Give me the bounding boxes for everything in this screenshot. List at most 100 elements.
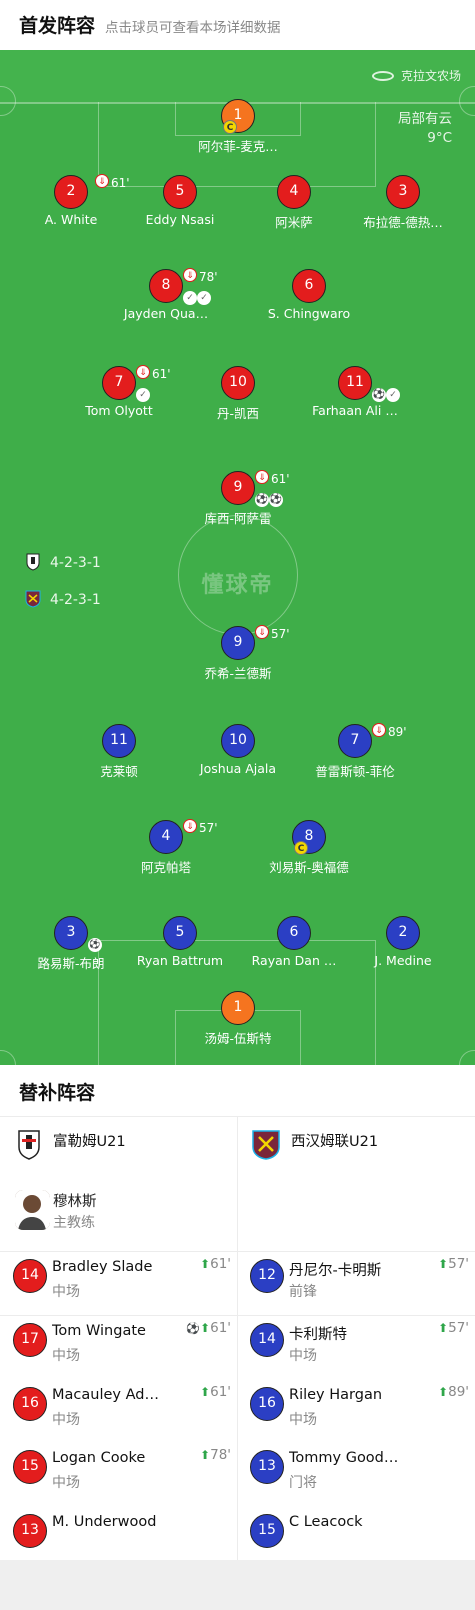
player-name: Rayan Dan …: [251, 953, 337, 968]
assist-icon: ✓: [386, 388, 400, 402]
player-away-11[interactable]: 11 克莱顿: [64, 724, 174, 780]
player-away-8[interactable]: 8 C 刘易斯-奥福德: [254, 820, 364, 876]
sub-name: Riley Hargan: [289, 1387, 383, 1403]
player-number: 2: [54, 175, 88, 209]
sub-in-time-text: 61': [210, 1256, 231, 1272]
home-formation: 4-2-3-1: [25, 553, 101, 573]
sub-number: 13: [13, 1514, 47, 1548]
player-home-9[interactable]: 9 ⇓ 61' ⚽ ⚽ 库西-阿萨雷: [183, 470, 293, 527]
player-home-3[interactable]: 3 布拉德-德热…: [348, 175, 458, 231]
player-name: 布拉德-德热…: [363, 215, 443, 230]
west-ham-crest-icon: [25, 590, 41, 608]
sub-position: 中场: [289, 1412, 317, 1428]
sub-in-icon: ⬆: [200, 1385, 211, 1399]
sub-number: 15: [13, 1450, 47, 1484]
player-away-3[interactable]: 3 ⚽ 路易斯-布朗: [16, 916, 126, 972]
sub-out-time: 61': [271, 472, 290, 486]
sub-row-away[interactable]: 16 Riley Hargan 中场 ⬆89': [250, 1379, 469, 1439]
player-away-4[interactable]: 4 ⇓ 57' 阿克帕塔: [111, 819, 221, 876]
sub-position: 中场: [52, 1284, 80, 1300]
sub-position: 中场: [52, 1348, 80, 1364]
player-number: 8: [149, 269, 183, 303]
player-number: 5: [163, 175, 197, 209]
sub-row-away[interactable]: 14 卡利斯特 中场 ⬆57': [250, 1315, 469, 1375]
sub-in-time: ⬆57': [438, 1256, 469, 1272]
sub-in-time: ⬆61': [200, 1256, 231, 1272]
player-name: Tom Olyott: [85, 403, 153, 418]
player-home-10[interactable]: 10 丹-凯西: [183, 366, 293, 422]
goal-icon: ⚽: [269, 493, 283, 507]
player-number: 5: [163, 916, 197, 950]
player-name: 路易斯-布朗: [37, 956, 105, 971]
sub-row-home[interactable]: 17 Tom Wingate 中场 ⚽⬆61': [13, 1315, 231, 1375]
home-coach[interactable]: 穆林斯 主教练: [15, 1190, 235, 1240]
player-name: Eddy Nsasi: [145, 212, 215, 227]
player-name: 阿尔菲-麦克…: [198, 139, 278, 154]
player-home-11[interactable]: 11 ⚽ ✓ Farhaan Ali …: [300, 366, 410, 418]
own-goal-icon: ⚽: [88, 938, 102, 952]
sub-in-time: ⬆57': [438, 1320, 469, 1336]
sub-row-home[interactable]: 14 Bradley Slade 中场 ⬆61': [13, 1251, 231, 1311]
player-away-gk[interactable]: 1 汤姆-伍斯特: [183, 991, 293, 1047]
sub-name: M. Underwood: [52, 1514, 157, 1530]
sub-in-time-text: 78': [210, 1447, 231, 1463]
player-away-5[interactable]: 5 Ryan Battrum: [125, 916, 235, 968]
player-home-gk[interactable]: 1 C 阿尔菲-麦克…: [183, 99, 293, 155]
player-name: 汤姆-伍斯特: [204, 1031, 272, 1046]
sub-row-home[interactable]: 15 Logan Cooke 中场 ⬆78': [13, 1442, 231, 1502]
player-name: 乔希-兰德斯: [204, 666, 272, 681]
sub-name: Logan Cooke: [52, 1450, 146, 1466]
player-name: Ryan Battrum: [136, 953, 224, 968]
player-name: S. Chingwaro: [267, 306, 351, 321]
sub-in-icon: ⬆: [438, 1257, 449, 1271]
player-number: 11: [338, 366, 372, 400]
player-number: 11: [102, 724, 136, 758]
player-home-8[interactable]: 8 ⇓ 78' ✓ ✓ Jayden Qua…: [111, 268, 221, 321]
home-team-name: 富勒姆U21: [53, 1134, 126, 1150]
sub-out-icon: ⇓: [255, 470, 269, 484]
player-home-7[interactable]: 7 ⇓ 61' ✓ Tom Olyott: [64, 365, 174, 418]
corner-arc: [0, 1050, 16, 1065]
player-name: 阿克帕塔: [140, 860, 191, 875]
sub-position: 中场: [52, 1475, 80, 1491]
player-home-2[interactable]: 2 ⇓ 61' A. White: [16, 174, 130, 227]
player-home-6[interactable]: 6 S. Chingwaro: [254, 269, 364, 321]
sub-name: Macauley Ad…: [52, 1387, 159, 1403]
player-away-9[interactable]: 9 ⇓ 57' 乔希-兰德斯: [183, 625, 293, 682]
sub-row-away[interactable]: 12 丹尼尔-卡明斯 前锋 ⬆57': [250, 1251, 469, 1311]
sub-name: Tom Wingate: [52, 1323, 146, 1339]
sub-name: C Leacock: [289, 1514, 363, 1530]
sub-out-icon: ⇓: [255, 625, 269, 639]
sub-row-home[interactable]: 16 Macauley Ad… 中场 ⬆61': [13, 1379, 231, 1439]
fulham-crest-icon: [26, 553, 40, 571]
sub-out-time: 89': [388, 725, 407, 739]
venue: 克拉文农场: [371, 67, 461, 84]
sub-number: 15: [250, 1514, 284, 1548]
player-name: 阿米萨: [275, 215, 313, 230]
west-ham-crest-icon: [252, 1130, 280, 1160]
sub-row-away[interactable]: 13 Tommy Good… 门将: [250, 1442, 469, 1502]
sub-in-time: ⬆89': [438, 1384, 469, 1400]
player-number: 2: [386, 916, 420, 950]
sub-row-home[interactable]: 13 M. Underwood: [13, 1506, 231, 1566]
player-home-4[interactable]: 4 阿米萨: [239, 175, 349, 231]
sub-in-time: ⚽⬆61': [186, 1320, 231, 1336]
sub-row-away[interactable]: 15 C Leacock: [250, 1506, 469, 1566]
player-number: 3: [54, 916, 88, 950]
sub-out-time: 57': [271, 627, 290, 641]
sub-in-icon: ⬆: [200, 1448, 211, 1462]
player-away-7[interactable]: 7 ⇓ 89' 普雷斯顿-菲伦: [300, 723, 410, 780]
sub-number: 14: [13, 1259, 47, 1293]
corner-arc: [459, 1050, 475, 1065]
yellow-card-icon: C: [294, 841, 308, 855]
player-away-10[interactable]: 10 Joshua Ajala: [183, 724, 293, 776]
page-bottom: [0, 1560, 475, 1610]
sub-name: 卡利斯特: [289, 1327, 347, 1343]
player-home-5[interactable]: 5 Eddy Nsasi: [125, 175, 235, 227]
player-away-2[interactable]: 2 J. Medine: [348, 916, 458, 968]
player-away-6[interactable]: 6 Rayan Dan …: [239, 916, 349, 968]
coach-avatar: [15, 1190, 50, 1230]
fulham-crest-icon: [18, 1130, 40, 1160]
sub-number: 14: [250, 1323, 284, 1357]
sub-in-time-text: 61': [210, 1320, 231, 1336]
